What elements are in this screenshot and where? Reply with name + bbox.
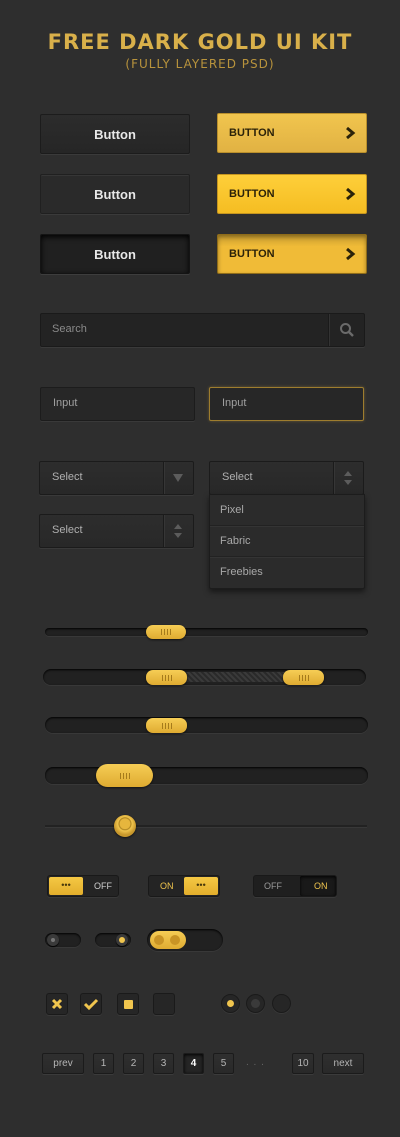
dropdown-option[interactable]: Pixel	[210, 495, 364, 526]
dropdown-option[interactable]: Fabric	[210, 526, 364, 557]
select-value: Select	[52, 524, 83, 536]
toggle-switch-segmented[interactable]: OFF ON	[253, 875, 337, 897]
cross-icon	[51, 998, 63, 1010]
search-input[interactable]: Search	[40, 313, 365, 347]
radio-unselected[interactable]	[272, 994, 291, 1013]
range-slider-fill	[185, 672, 285, 682]
pagination-prev[interactable]: prev	[42, 1053, 84, 1074]
up-down-arrows-icon	[174, 524, 182, 538]
dark-button-hover[interactable]: Button	[40, 174, 190, 214]
button-label: Button	[94, 126, 136, 142]
checkbox-checked[interactable]	[80, 993, 102, 1015]
text-input-focused[interactable]: Input	[209, 387, 364, 421]
radio-selected[interactable]	[221, 994, 240, 1013]
thin-slider-knob[interactable]	[114, 815, 136, 837]
toggle-knob	[47, 934, 59, 946]
button-label: Button	[94, 186, 136, 202]
pagination-page-current[interactable]: 4	[183, 1053, 204, 1074]
pagination-page[interactable]: 10	[292, 1053, 314, 1074]
slider-handle-large[interactable]	[96, 764, 153, 787]
dropdown-option[interactable]: Freebies	[210, 557, 364, 588]
search-icon	[340, 323, 354, 337]
dark-button-pressed[interactable]: Button	[40, 234, 190, 274]
range-slider-handle-high[interactable]	[283, 670, 324, 685]
slider-track[interactable]	[45, 717, 368, 733]
mini-toggle-on[interactable]	[95, 933, 131, 947]
toggle-knob	[116, 934, 128, 946]
toggle-knob	[150, 931, 186, 949]
select-arrow[interactable]	[163, 462, 193, 494]
select-dropdown[interactable]: Select	[39, 514, 194, 548]
radio-dot	[227, 1000, 234, 1007]
gold-button-hover[interactable]: BUTTON	[217, 174, 367, 214]
slider-handle[interactable]	[146, 718, 187, 733]
square-icon	[124, 1000, 133, 1009]
pagination-page[interactable]: 5	[213, 1053, 234, 1074]
range-slider-handle-low[interactable]	[146, 670, 187, 685]
pagination-page[interactable]: 3	[153, 1053, 174, 1074]
dark-button-normal[interactable]: Button	[40, 114, 190, 154]
gold-button-pressed[interactable]: BUTTON	[217, 234, 367, 274]
gold-button-normal[interactable]: BUTTON	[217, 113, 367, 153]
check-icon	[83, 998, 99, 1011]
button-label: BUTTON	[229, 127, 275, 139]
button-label: BUTTON	[229, 188, 275, 200]
toggle-label-off: OFF	[264, 881, 282, 891]
triangle-down-icon	[173, 474, 183, 482]
toggle-switch-off[interactable]: ••• OFF	[47, 875, 119, 897]
select-arrow[interactable]	[163, 515, 193, 547]
page-subtitle: (FULLY LAYERED PSD)	[125, 57, 275, 71]
toggle-switch-on[interactable]: ON •••	[148, 875, 220, 897]
pagination-next[interactable]: next	[322, 1053, 364, 1074]
pill-toggle-on[interactable]	[147, 929, 223, 951]
input-placeholder: Input	[53, 397, 78, 409]
pagination-page[interactable]: 2	[123, 1053, 144, 1074]
select-arrow[interactable]	[333, 462, 363, 494]
chevron-right-icon	[346, 126, 356, 140]
up-down-arrows-icon	[344, 471, 352, 485]
checkbox-empty[interactable]	[153, 993, 175, 1015]
mini-toggle-off[interactable]	[45, 933, 81, 947]
toggle-label: OFF	[94, 881, 112, 891]
text-input[interactable]: Input	[40, 387, 195, 421]
toggle-label: ON	[160, 881, 174, 891]
chevron-right-icon	[346, 187, 356, 201]
input-placeholder: Input	[222, 397, 247, 409]
button-label: Button	[94, 246, 136, 262]
slider-track[interactable]	[45, 628, 368, 636]
slider-track[interactable]	[45, 767, 368, 784]
pagination-ellipsis: . . .	[246, 1057, 265, 1068]
checkbox-cross[interactable]	[46, 993, 68, 1015]
toggle-knob: •••	[184, 877, 218, 895]
slider-handle[interactable]	[146, 625, 186, 639]
chevron-right-icon	[346, 247, 356, 261]
search-button[interactable]	[328, 314, 364, 346]
select-value: Select	[52, 471, 83, 483]
page-title: FREE DARK GOLD UI KIT	[47, 30, 353, 54]
checkbox-square[interactable]	[117, 993, 139, 1015]
select-value: Select	[222, 471, 253, 483]
dropdown-menu: Pixel Fabric Freebies	[209, 494, 365, 589]
toggle-knob: •••	[49, 877, 83, 895]
thin-slider-track[interactable]	[45, 825, 367, 827]
search-placeholder: Search	[52, 323, 87, 335]
radio-unselected[interactable]	[246, 994, 265, 1013]
pagination-page[interactable]: 1	[93, 1053, 114, 1074]
select-dropdown-open[interactable]: Select	[209, 461, 364, 495]
button-label: BUTTON	[229, 248, 275, 260]
select-dropdown[interactable]: Select	[39, 461, 194, 495]
toggle-label-on: ON	[314, 881, 328, 891]
